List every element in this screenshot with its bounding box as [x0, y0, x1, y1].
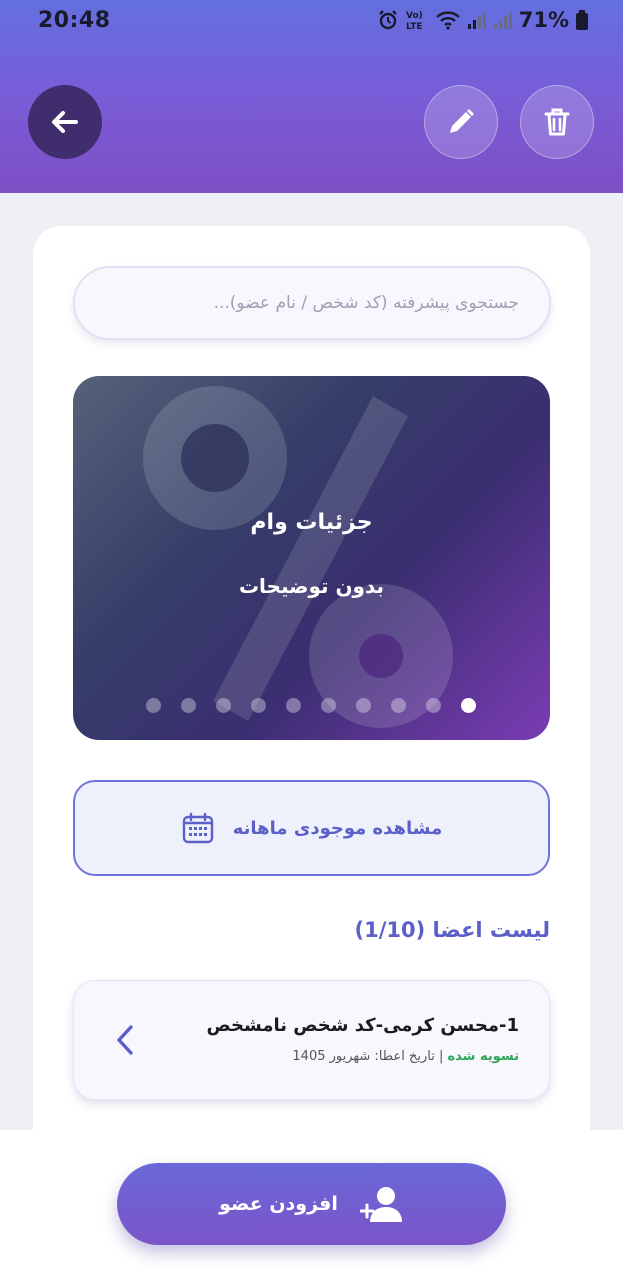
percent-icon	[143, 386, 453, 728]
add-member-label: افزودن عضو	[219, 1193, 338, 1215]
signal-icon	[467, 9, 487, 31]
edit-button[interactable]	[424, 85, 498, 159]
carousel-dot[interactable]	[426, 698, 441, 713]
svg-text:LTE: LTE	[406, 22, 423, 31]
carousel-dot[interactable]	[321, 698, 336, 713]
status-bar: 20:48 Vo) LTE 71%	[0, 0, 623, 44]
calendar-icon	[182, 812, 213, 844]
monthly-balance-button[interactable]: مشاهده موجودی ماهانه	[73, 780, 550, 876]
member-name: 1-محسن کرمی-کد شخص نامشخص	[206, 1015, 519, 1036]
carousel-dot[interactable]	[181, 698, 196, 713]
volte-icon: Vo) LTE	[405, 9, 429, 31]
carousel-dots	[146, 698, 476, 713]
arrow-left-icon	[52, 111, 78, 133]
alarm-icon	[377, 9, 399, 31]
wifi-icon	[435, 9, 461, 31]
carousel-dot-active[interactable]	[461, 698, 476, 713]
signal-icon	[493, 9, 513, 31]
user-plus-icon	[359, 1187, 402, 1222]
member-meta: تسویه شده | تاریخ اعطا: شهریور 1405	[292, 1049, 519, 1064]
status-time: 20:48	[38, 8, 111, 33]
carousel-dot[interactable]	[216, 698, 231, 713]
banner-subtitle: بدون توضیحات	[238, 574, 385, 598]
carousel-dot[interactable]	[356, 698, 371, 713]
delete-button[interactable]	[520, 85, 594, 159]
back-button[interactable]	[28, 85, 102, 159]
member-date: تاریخ اعطا: شهریور 1405	[292, 1049, 435, 1064]
member-separator: |	[434, 1049, 448, 1064]
search-box[interactable]	[73, 266, 551, 340]
add-member-button[interactable]: افزودن عضو	[117, 1163, 506, 1245]
header: 20:48 Vo) LTE 71%	[0, 0, 623, 193]
carousel-dot[interactable]	[286, 698, 301, 713]
trash-icon	[544, 108, 570, 136]
carousel-dot[interactable]	[146, 698, 161, 713]
member-status: تسویه شده	[447, 1049, 519, 1064]
search-input[interactable]	[103, 292, 521, 314]
banner-title: جزئیات وام	[250, 510, 373, 535]
carousel-dot[interactable]	[251, 698, 266, 713]
svg-text:Vo): Vo)	[406, 11, 423, 21]
loan-banner[interactable]: جزئیات وام بدون توضیحات	[73, 376, 550, 740]
pencil-icon	[450, 109, 474, 133]
carousel-dot[interactable]	[391, 698, 406, 713]
chevron-left-icon[interactable]	[114, 1023, 136, 1057]
battery-percent: 71%	[518, 8, 569, 32]
members-list-title: لیست اعضا (1/10)	[354, 918, 550, 942]
status-icons: Vo) LTE 71%	[377, 8, 589, 32]
monthly-balance-label: مشاهده موجودی ماهانه	[232, 817, 443, 839]
loan-details-card: جزئیات وام بدون توضیحات مشاهده موجودی ما…	[33, 226, 590, 1226]
battery-icon	[575, 9, 589, 31]
list-item[interactable]: 1-محسن کرمی-کد شخص نامشخص تسویه شده | تا…	[73, 980, 550, 1100]
